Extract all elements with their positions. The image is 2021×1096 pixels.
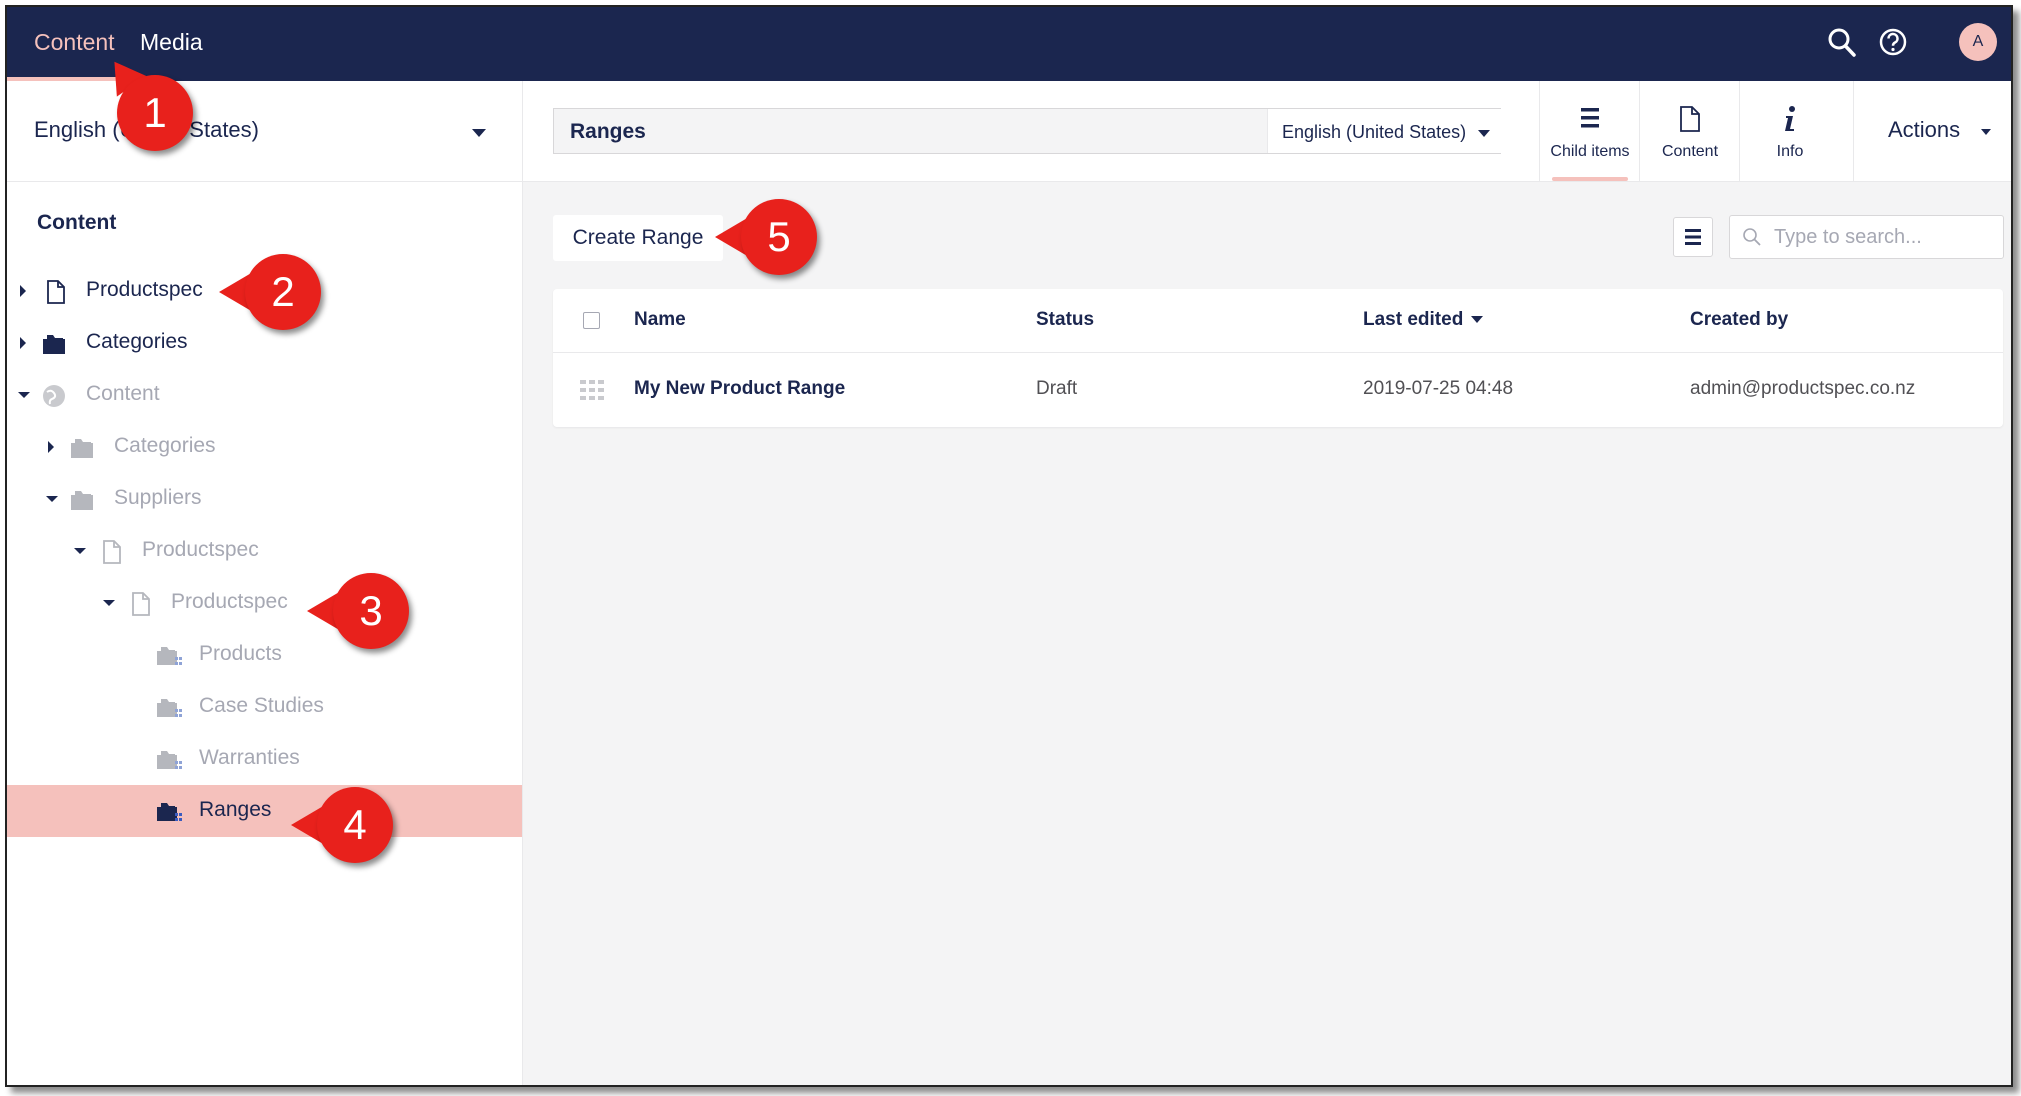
folder-list-icon bbox=[155, 747, 182, 771]
search-field[interactable]: Type to search... bbox=[1729, 215, 2004, 259]
tree-item-warranties[interactable]: Warranties bbox=[7, 733, 522, 785]
chevron-down-icon bbox=[1981, 129, 1991, 135]
folder-icon bbox=[41, 331, 67, 355]
column-header-status[interactable]: Status bbox=[1036, 309, 1094, 331]
actions-menu[interactable]: Actions bbox=[1853, 81, 2011, 181]
tab-content[interactable]: Content bbox=[1639, 81, 1740, 181]
tree-item-productspec-supplier[interactable]: Productspec bbox=[7, 525, 522, 577]
tree-item-label: Content bbox=[86, 382, 160, 405]
caret-right-icon[interactable] bbox=[48, 441, 54, 453]
column-header-last-edited[interactable]: Last edited bbox=[1363, 309, 1484, 331]
document-icon bbox=[43, 279, 69, 304]
tree-item-label: Ranges bbox=[199, 798, 272, 821]
user-avatar[interactable]: A bbox=[1959, 23, 1997, 61]
caret-down-icon[interactable] bbox=[103, 600, 115, 606]
column-header-created-by[interactable]: Created by bbox=[1690, 309, 1788, 331]
column-header-name[interactable]: Name bbox=[634, 309, 686, 331]
list-icon bbox=[1580, 105, 1600, 136]
app-window: Content Media A English (United States) … bbox=[5, 5, 2013, 1087]
search-placeholder: Type to search... bbox=[1774, 226, 1922, 248]
variant-selector[interactable]: English (United States) bbox=[1267, 109, 1501, 153]
document-icon bbox=[128, 591, 154, 616]
language-selector[interactable]: English (United States) bbox=[7, 81, 522, 182]
folder-list-icon bbox=[155, 695, 182, 719]
folder-list-icon bbox=[155, 643, 182, 667]
tree-root-title: Content bbox=[37, 211, 117, 234]
table-row[interactable]: My New Product Range Draft 2019-07-25 04… bbox=[553, 352, 2003, 427]
callout-number: 2 bbox=[245, 254, 321, 330]
tree-item-products[interactable]: Products bbox=[7, 629, 522, 681]
tree-item-label: Suppliers bbox=[114, 486, 202, 509]
tree-item-ranges[interactable]: Ranges bbox=[7, 785, 522, 837]
editor-header: Ranges English (United States) Child ite… bbox=[523, 81, 2011, 182]
node-name-value: Ranges bbox=[570, 120, 646, 143]
row-name-link[interactable]: My New Product Range bbox=[634, 378, 845, 400]
list-icon bbox=[1685, 228, 1701, 251]
callout-number: 1 bbox=[117, 75, 193, 151]
tab-info[interactable]: Info bbox=[1739, 81, 1840, 181]
caret-right-icon[interactable] bbox=[20, 285, 26, 297]
tree-item-label: Productspec bbox=[142, 538, 259, 561]
info-icon bbox=[1782, 105, 1798, 138]
tab-label: Child items bbox=[1550, 143, 1630, 160]
tree-item-label: Products bbox=[199, 642, 282, 665]
folder-icon bbox=[69, 487, 95, 511]
caret-down-icon[interactable] bbox=[46, 496, 58, 502]
tree-item-categories-nested[interactable]: Categories bbox=[7, 421, 522, 473]
chevron-down-icon bbox=[472, 129, 486, 137]
callout-number: 5 bbox=[741, 199, 817, 275]
help-icon[interactable] bbox=[1878, 27, 1908, 62]
folder-list-icon bbox=[155, 799, 182, 823]
row-created-by: admin@productspec.co.nz bbox=[1690, 378, 1916, 399]
tab-label: Content bbox=[1661, 143, 1719, 160]
tree-item-label: Warranties bbox=[199, 746, 300, 769]
search-icon bbox=[1742, 227, 1762, 252]
callout-number: 3 bbox=[333, 573, 409, 649]
section-content[interactable]: Content bbox=[34, 29, 115, 56]
chevron-down-icon bbox=[1478, 130, 1490, 137]
variant-selector-label: English (United States) bbox=[1282, 122, 1467, 142]
callout-number: 4 bbox=[317, 787, 393, 863]
sort-desc-icon bbox=[1471, 316, 1484, 324]
tree-item-suppliers[interactable]: Suppliers bbox=[7, 473, 522, 525]
document-icon bbox=[99, 539, 125, 564]
actions-label: Actions bbox=[1888, 117, 1961, 142]
search-icon[interactable] bbox=[1827, 27, 1857, 64]
globe-icon bbox=[41, 383, 67, 407]
tab-child-items[interactable]: Child items bbox=[1539, 81, 1640, 181]
tree-item-label: Case Studies bbox=[199, 694, 324, 717]
tree-item-label: Productspec bbox=[86, 278, 203, 301]
grid-icon bbox=[580, 380, 604, 405]
caret-down-icon[interactable] bbox=[74, 548, 86, 554]
document-icon bbox=[1679, 105, 1701, 138]
tree-item-content[interactable]: Content bbox=[7, 369, 522, 421]
row-status: Draft bbox=[1036, 378, 1078, 399]
tree-item-label: Categories bbox=[114, 434, 216, 457]
tree-item-case-studies[interactable]: Case Studies bbox=[7, 681, 522, 733]
create-range-button[interactable]: Create Range bbox=[553, 215, 723, 261]
layout-toggle-button[interactable] bbox=[1673, 217, 1713, 257]
caret-right-icon[interactable] bbox=[20, 337, 26, 349]
tab-label: Info bbox=[1776, 143, 1804, 160]
child-items-table: Name Status Last edited Created by My Ne… bbox=[553, 289, 2003, 427]
tree-item-productspec-child[interactable]: Productspec bbox=[7, 577, 522, 629]
row-last-edited: 2019-07-25 04:48 bbox=[1363, 378, 1514, 399]
table-header: Name Status Last edited Created by bbox=[553, 289, 2003, 353]
tab-active-indicator bbox=[1552, 177, 1628, 181]
select-all-checkbox[interactable] bbox=[583, 312, 600, 329]
folder-icon bbox=[69, 435, 95, 459]
column-header-label: Last edited bbox=[1363, 309, 1464, 330]
content-tree: English (United States) Content Products… bbox=[7, 81, 523, 1085]
tree-item-label: Productspec bbox=[171, 590, 288, 613]
caret-down-icon[interactable] bbox=[18, 392, 30, 398]
section-media[interactable]: Media bbox=[140, 29, 203, 56]
top-bar: Content Media A bbox=[7, 7, 2011, 81]
node-name-field[interactable]: Ranges English (United States) bbox=[553, 108, 1501, 154]
tree-item-label: Categories bbox=[86, 330, 188, 353]
